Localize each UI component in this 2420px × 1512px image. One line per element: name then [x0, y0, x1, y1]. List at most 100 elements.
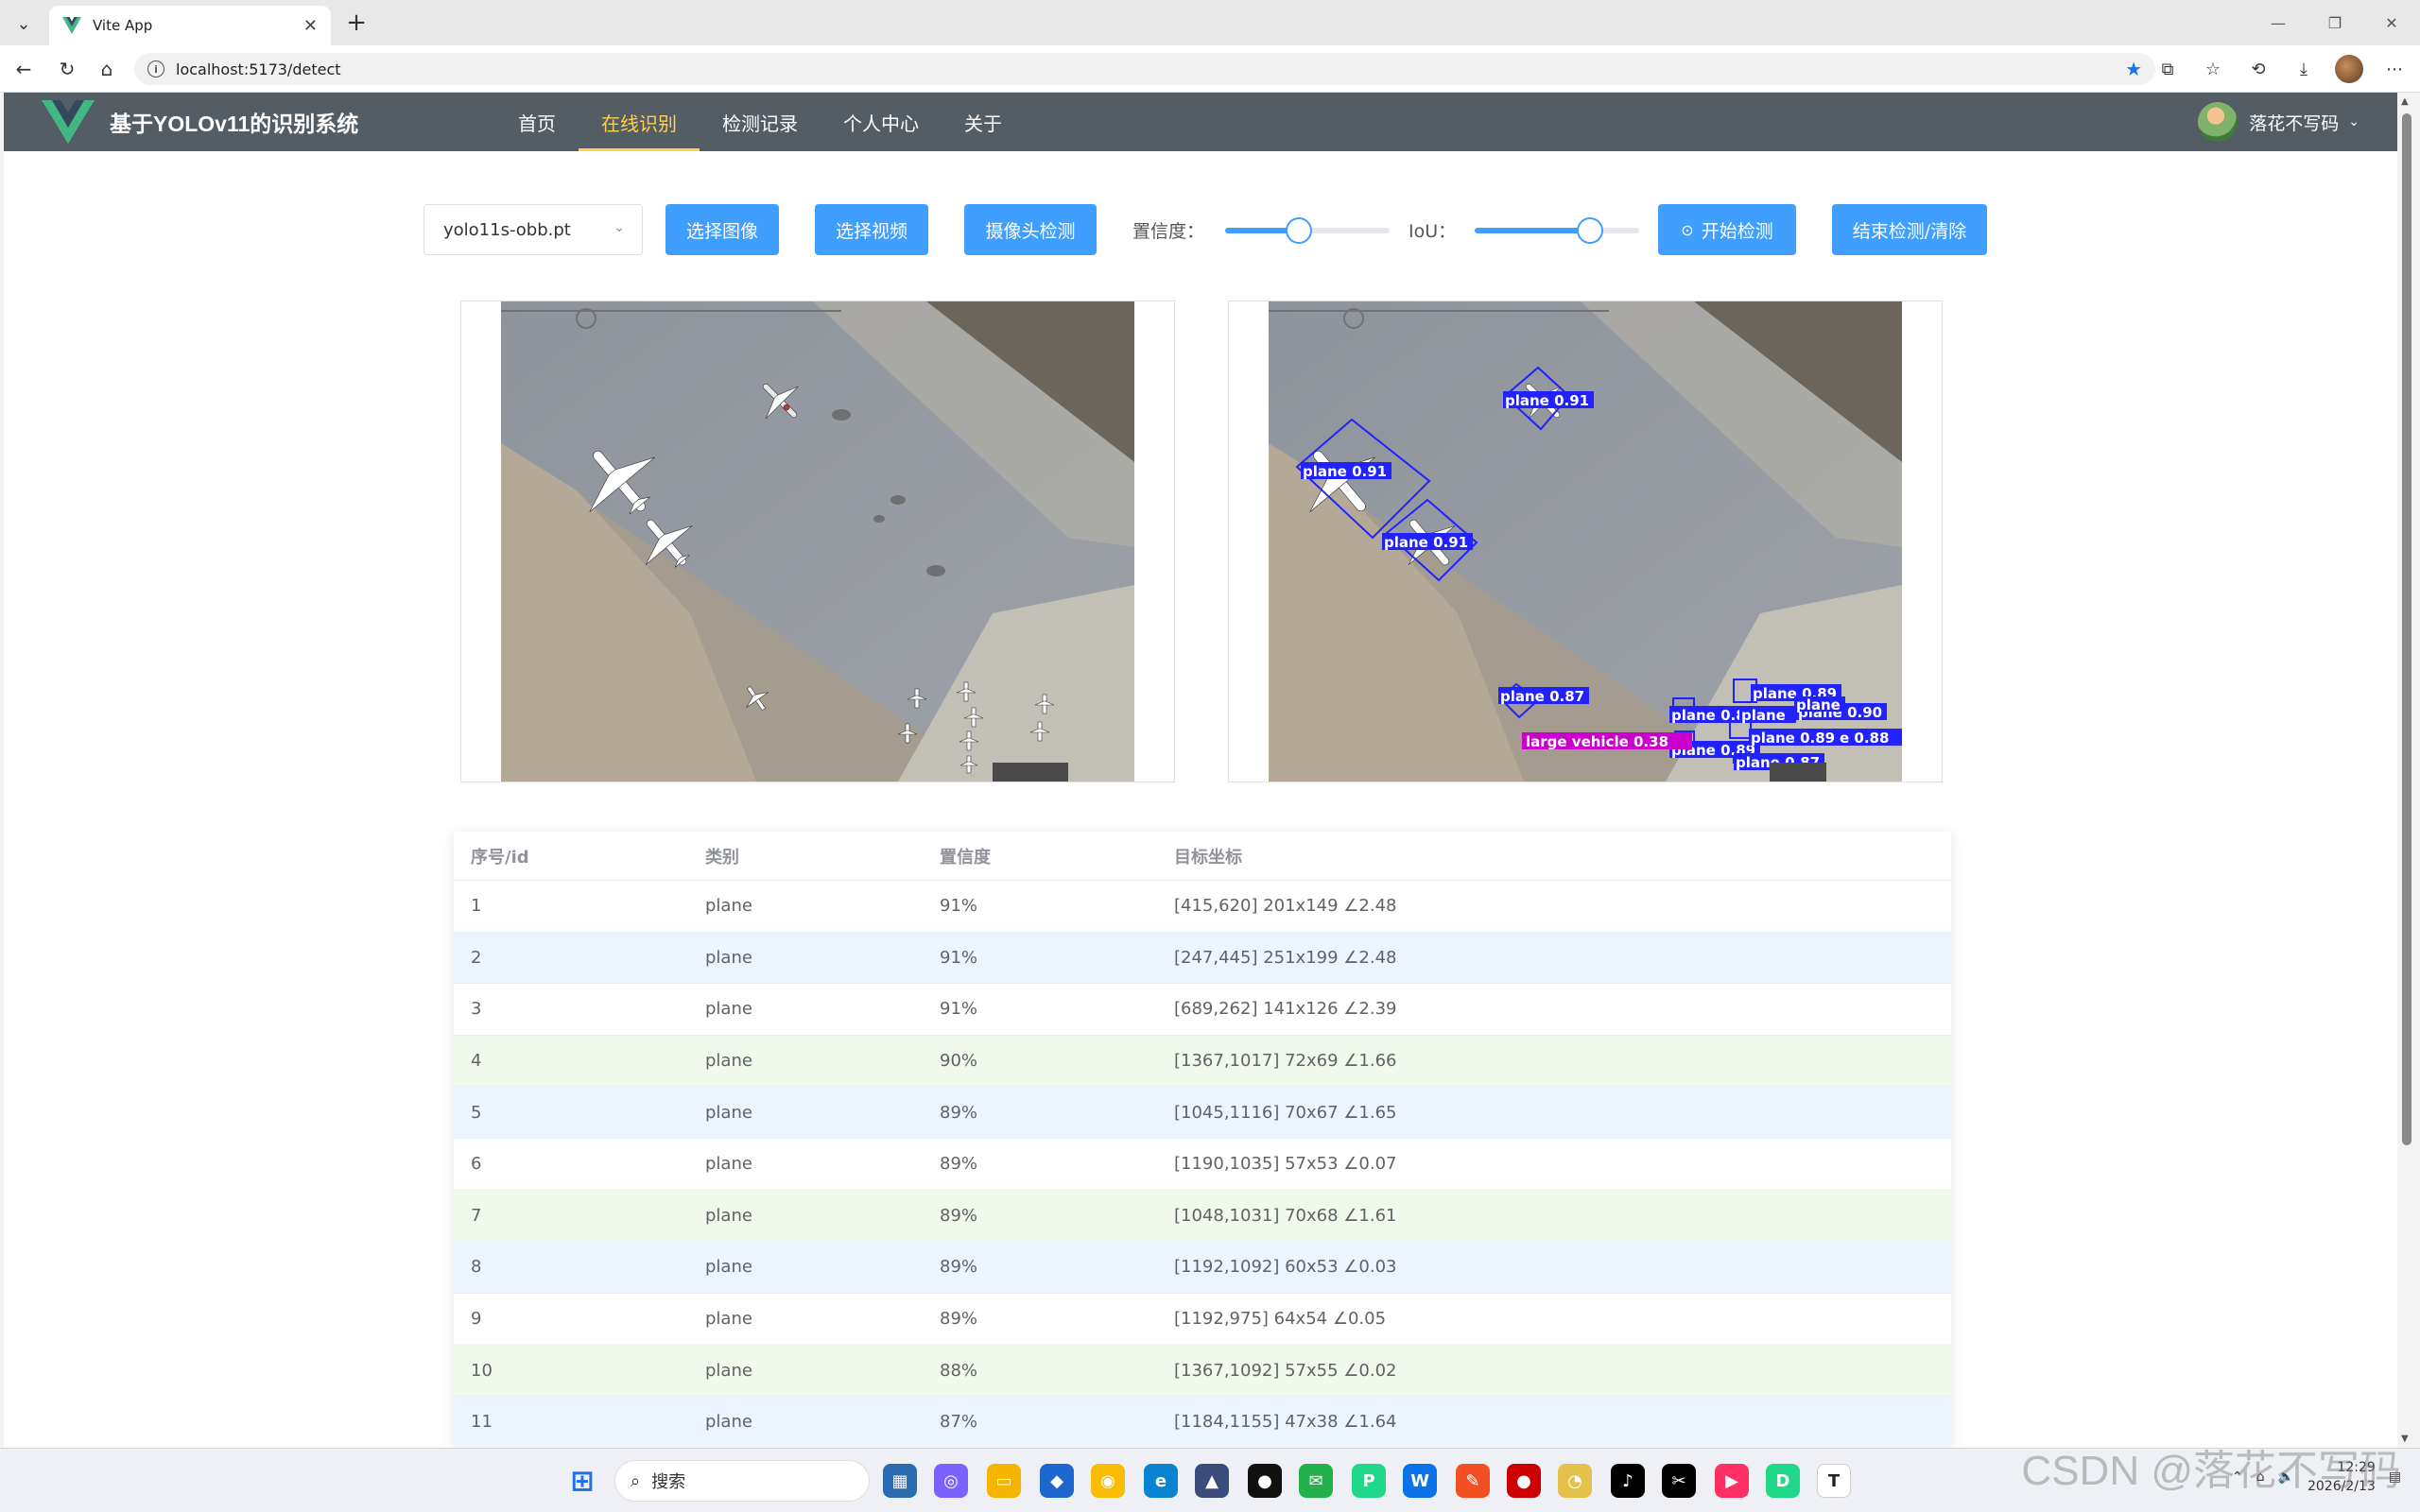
- csdn-watermark: CSDN @落花不写码: [2021, 1448, 2401, 1494]
- table-row[interactable]: 2 plane 91% [247,445] 251x199 ∠2.48: [454, 932, 1951, 985]
- cell-id: 8: [471, 1257, 482, 1278]
- profile-avatar[interactable]: [2335, 55, 2363, 83]
- new-tab-icon[interactable]: +: [342, 9, 371, 38]
- cell-class: plane: [705, 1102, 752, 1123]
- app-title: 基于YOLOv11的识别系统: [110, 112, 359, 136]
- menu-item-online-detect[interactable]: 在线识别: [579, 93, 700, 151]
- chevron-down-icon: ⌄: [614, 220, 625, 235]
- history-icon[interactable]: ⟲: [2244, 55, 2273, 83]
- app-icon[interactable]: ▲: [1195, 1464, 1229, 1498]
- table-row[interactable]: 11 plane 87% [1184,1155] 47x38 ∠1.64: [454, 1396, 1951, 1448]
- cell-class: plane: [705, 1412, 752, 1433]
- start-detect-button[interactable]: ⊙ 开始检测: [1658, 204, 1796, 255]
- widgets-icon[interactable]: ▦: [883, 1464, 917, 1498]
- cell-confidence: 89%: [940, 1309, 978, 1330]
- browser-tab[interactable]: Vite App ✕: [49, 6, 331, 45]
- table-row[interactable]: 9 plane 89% [1192,975] 64x54 ∠0.05: [454, 1294, 1951, 1346]
- detections-table: 序号/id 类别 置信度 目标坐标 1 plane 91% [415,620] 201…: [454, 832, 1951, 1448]
- reload-icon[interactable]: ↻: [53, 55, 81, 83]
- cell-id: 1: [471, 896, 482, 917]
- cell-id: 11: [471, 1412, 493, 1433]
- pycharm-icon[interactable]: P: [1352, 1464, 1386, 1498]
- recorder-icon[interactable]: ●: [1507, 1464, 1541, 1498]
- taskbar-search-text: 搜索: [651, 1472, 686, 1492]
- dataspell-icon[interactable]: D: [1766, 1464, 1800, 1498]
- app-icon[interactable]: ◔: [1558, 1464, 1592, 1498]
- app-icon[interactable]: ▶: [1715, 1464, 1749, 1498]
- stop-clear-button[interactable]: 结束检测/清除: [1832, 204, 1987, 255]
- cell-class: plane: [705, 1309, 752, 1330]
- play-circle-icon: ⊙: [1681, 220, 1694, 239]
- brand[interactable]: 基于YOLOv11的识别系统: [42, 100, 358, 144]
- tab-list-icon[interactable]: ⌄: [9, 9, 38, 38]
- table-row[interactable]: 4 plane 90% [1367,1017] 72x69 ∠1.66: [454, 1035, 1951, 1088]
- overlay-label: e 0.88: [1840, 730, 1889, 747]
- select-video-button[interactable]: 选择视频: [815, 204, 928, 255]
- user-dropdown[interactable]: 落花不写码 ⌄: [2198, 102, 2360, 142]
- tiktok-icon[interactable]: ♪: [1611, 1464, 1645, 1498]
- app-header: 基于YOLOv11的识别系统 首页 在线识别 检测记录 个人中心 关于 落花不写…: [4, 93, 2397, 151]
- downloads-icon[interactable]: ⤓: [2290, 55, 2318, 83]
- address-bar[interactable]: i localhost:5173/detect ★: [134, 53, 2155, 85]
- result-aerial-image: plane 0.91 plane 0.91 plane 0.91 plane 0…: [1269, 301, 1902, 782]
- table-row[interactable]: 5 plane 89% [1045,1116] 70x67 ∠1.65: [454, 1087, 1951, 1139]
- cell-coords: [415,620] 201x149 ∠2.48: [1174, 896, 1397, 917]
- scroll-up-icon[interactable]: ▲: [2401, 96, 2409, 107]
- edge-icon[interactable]: e: [1144, 1464, 1178, 1498]
- scroll-down-icon[interactable]: ▼: [2401, 1434, 2409, 1444]
- capcut-icon[interactable]: ✂: [1662, 1464, 1696, 1498]
- extensions-icon[interactable]: ⧉: [2153, 55, 2182, 83]
- store-icon[interactable]: ◆: [1040, 1464, 1074, 1498]
- table-row[interactable]: 6 plane 89% [1190,1035] 57x53 ∠0.07: [454, 1139, 1951, 1191]
- table-header: 序号/id 类别 置信度 目标坐标: [454, 832, 1951, 881]
- browser-tabstrip: ⌄ Vite App ✕ + — ❐ ✕: [0, 0, 2420, 45]
- cell-id: 5: [471, 1102, 482, 1123]
- windows-start-icon[interactable]: ⊞: [565, 1464, 599, 1498]
- copilot-icon[interactable]: ◎: [934, 1464, 968, 1498]
- menu-item-home[interactable]: 首页: [495, 93, 579, 151]
- home-icon[interactable]: ⌂: [93, 55, 121, 83]
- chrome-icon[interactable]: ◉: [1091, 1464, 1125, 1498]
- typora-icon[interactable]: T: [1817, 1464, 1851, 1498]
- app-icon[interactable]: ✎: [1456, 1464, 1490, 1498]
- scroll-thumb[interactable]: [2402, 113, 2411, 1145]
- menu-item-about[interactable]: 关于: [942, 93, 1025, 151]
- file-explorer-icon[interactable]: ▭: [987, 1464, 1021, 1498]
- camera-detect-button[interactable]: 摄像头检测: [964, 204, 1097, 255]
- menu-item-profile[interactable]: 个人中心: [821, 93, 942, 151]
- col-coords: 目标坐标: [1174, 847, 1242, 868]
- webstorm-icon[interactable]: W: [1403, 1464, 1437, 1498]
- table-row[interactable]: 1 plane 91% [415,620] 201x149 ∠2.48: [454, 881, 1951, 933]
- window-close-icon[interactable]: ✕: [2363, 0, 2420, 45]
- back-icon[interactable]: ←: [9, 55, 38, 83]
- table-row[interactable]: 7 plane 89% [1048,1031] 70x68 ∠1.61: [454, 1190, 1951, 1243]
- cell-id: 7: [471, 1205, 482, 1226]
- overlay-label: large vehicle 0.38: [1526, 733, 1668, 750]
- wechat-icon[interactable]: ✉: [1299, 1464, 1333, 1498]
- tab-title: Vite App: [93, 17, 153, 34]
- table-row[interactable]: 3 plane 91% [689,262] 141x126 ∠2.39: [454, 984, 1951, 1036]
- table-row[interactable]: 8 plane 89% [1192,1092] 60x53 ∠0.03: [454, 1242, 1951, 1294]
- bookmark-star-icon[interactable]: ★: [2125, 58, 2142, 80]
- overlay-label: plane: [1796, 696, 1841, 713]
- confidence-slider[interactable]: [1225, 204, 1390, 255]
- favorites-icon[interactable]: ☆: [2199, 55, 2227, 83]
- iou-knob[interactable]: [1576, 217, 1603, 244]
- restore-icon[interactable]: ❐: [2307, 0, 2363, 45]
- table-row[interactable]: 10 plane 88% [1367,1092] 57x55 ∠0.02: [454, 1345, 1951, 1397]
- tab-close-icon[interactable]: ✕: [303, 16, 318, 36]
- taskbar-search[interactable]: ⌕ 搜索: [614, 1460, 870, 1502]
- cell-coords: [1367,1092] 57x55 ∠0.02: [1174, 1360, 1397, 1381]
- model-select[interactable]: yolo11s-obb.pt ⌄: [424, 204, 643, 255]
- site-info-icon[interactable]: i: [147, 60, 164, 77]
- cell-confidence: 91%: [940, 999, 978, 1020]
- iou-slider[interactable]: [1475, 204, 1639, 255]
- col-class: 类别: [705, 847, 739, 868]
- menu-item-records[interactable]: 检测记录: [700, 93, 821, 151]
- confidence-knob[interactable]: [1286, 217, 1313, 244]
- select-image-button[interactable]: 选择图像: [666, 204, 779, 255]
- more-menu-icon[interactable]: ⋯: [2380, 55, 2409, 83]
- qq-icon[interactable]: ●: [1248, 1464, 1282, 1498]
- page-scrollbar[interactable]: ▲ ▼: [2397, 93, 2416, 1448]
- minimize-icon[interactable]: —: [2250, 0, 2307, 45]
